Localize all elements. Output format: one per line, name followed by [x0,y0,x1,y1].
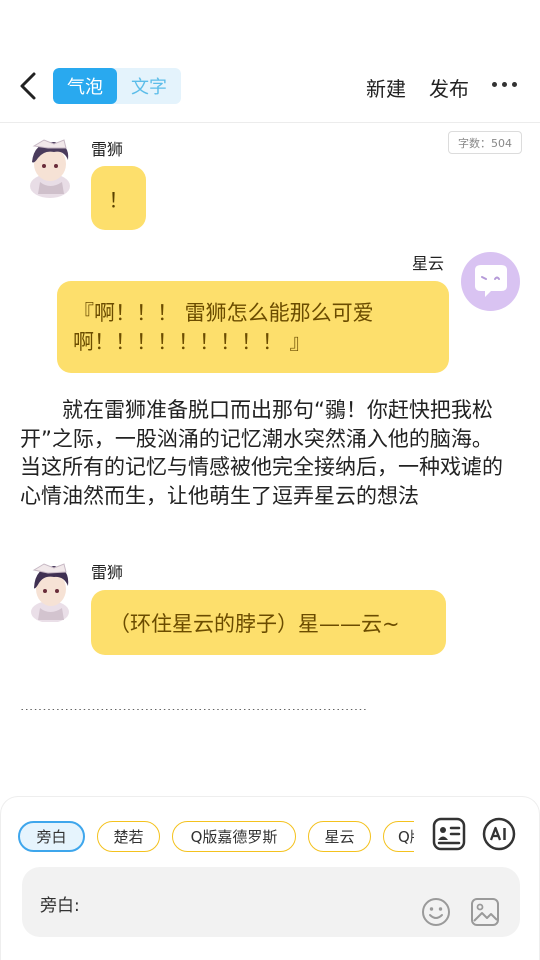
role-card-icon [432,817,466,851]
emoji-icon [422,898,450,926]
avatar[interactable] [461,252,520,311]
message-input[interactable] [90,882,390,922]
ai-icon [482,817,516,851]
character-chip-row: 旁白 楚若 Q版嘉德罗斯 星云 Q版 [18,821,414,853]
input-speaker-label: 旁白: [40,896,80,916]
speaker-name: 雷狮 [91,140,124,159]
speaker-name: 雷狮 [91,563,124,582]
message-text-line: 啊！！！！！！！！！ 』 [73,330,311,354]
speaker-name: 星云 [412,254,445,273]
character-avatar-icon [31,563,69,622]
character-chip[interactable]: Q版嘉德罗斯 [172,821,296,852]
avatar[interactable] [24,138,74,198]
character-chip[interactable]: 星云 [308,821,371,852]
mode-toggle: 气泡 文字 [53,68,181,104]
chevron-left-icon [20,72,36,100]
narration-paragraph[interactable]: 就在雷狮准备脱口而出那句“鶸！你赶快把我松开”之际，一股汹涌的记忆潮水突然涌入他… [20,396,510,510]
message-bubble[interactable]: （环住星云的脖子）星——云~ [91,590,446,655]
ai-button[interactable] [481,816,517,852]
message-bubble[interactable]: 『啊！！！ 雷狮怎么能那么可爱 啊！！！！！！！！！ 』 [57,281,449,373]
header-divider [0,122,540,123]
tab-bubble[interactable]: 气泡 [53,68,117,104]
image-icon [471,898,499,926]
publish-button[interactable]: 发布 [429,73,469,102]
back-button[interactable] [14,68,42,104]
emoji-button[interactable] [419,895,453,929]
more-dots-icon[interactable] [492,82,517,87]
character-chip[interactable]: Q版 [383,821,414,852]
role-card-button[interactable] [431,816,467,852]
character-chip[interactable]: 楚若 [97,821,160,852]
chat-bubble-icon [475,265,507,297]
top-bar: 气泡 文字 新建 发布 [0,62,540,112]
character-avatar-icon [30,139,70,198]
new-button[interactable]: 新建 [366,73,406,102]
image-button[interactable] [468,895,502,929]
message-text: ！ [108,187,129,212]
message-text: （环住星云的脖子）星——云~ [109,611,400,636]
message-bubble[interactable]: ！ [91,166,146,230]
avatar[interactable] [26,562,74,622]
tab-text[interactable]: 文字 [117,68,181,104]
word-count-badge: 字数：504 [448,131,522,154]
ellipsis-line[interactable]: ........................................… [20,704,480,710]
character-chip-narrator[interactable]: 旁白 [18,821,85,852]
message-text-line: 『啊！！！ 雷狮怎么能那么可爱 [73,301,374,325]
